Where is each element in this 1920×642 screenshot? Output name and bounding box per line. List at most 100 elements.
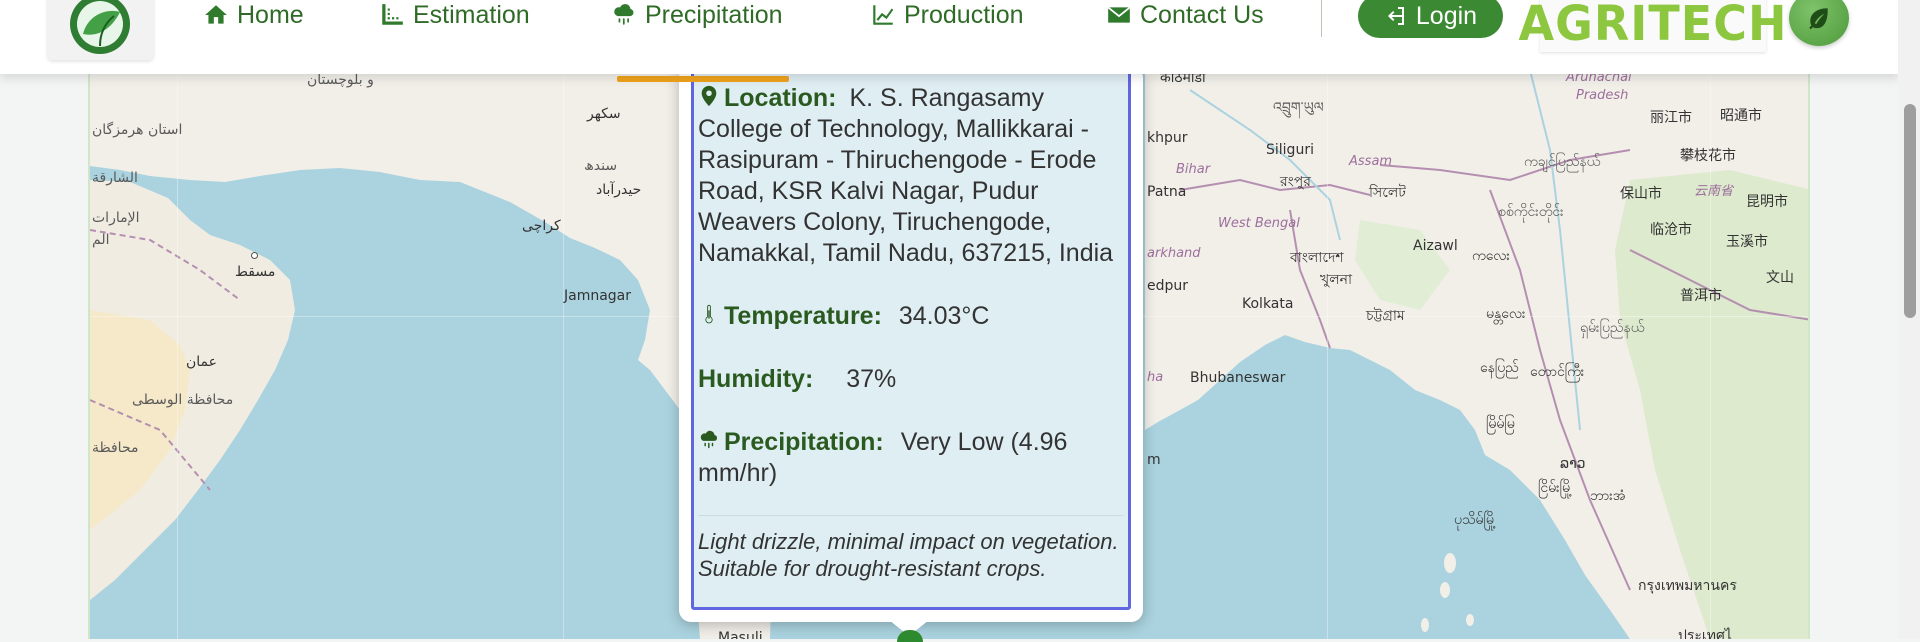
- map-label: Bihar: [1176, 162, 1211, 177]
- selection-highlight-bar: [617, 76, 789, 82]
- precipitation-key: Precipitation:: [724, 428, 884, 456]
- nav-contact-label: Contact Us: [1140, 0, 1264, 29]
- map-label: Jamnagar: [564, 288, 632, 304]
- map-label: حیدرآباد: [596, 182, 642, 198]
- map-label: الإمارات: [92, 210, 140, 226]
- map-label: 昆明市: [1746, 194, 1788, 210]
- map-grid-line: [177, 70, 178, 639]
- map-label: محافظة: [92, 440, 139, 456]
- leaf-icon: [1809, 8, 1828, 30]
- brand-text: AGRITECH: [1518, 0, 1788, 52]
- sign-in-icon: [1387, 7, 1404, 25]
- temperature-block: Temperature: 34.03°C: [698, 301, 1124, 332]
- map-label: Assam: [1349, 154, 1393, 169]
- map-label: 文山: [1766, 270, 1794, 286]
- map-label: မန္တလေး: [1486, 306, 1526, 322]
- map-grid-line: [1327, 70, 1328, 639]
- map-label: Masuli: [718, 630, 763, 639]
- map-label: সিলেট: [1369, 185, 1406, 201]
- map-label: ငြိမ်းမြို့: [1538, 480, 1573, 496]
- nav-estimation-label: Estimation: [413, 0, 530, 29]
- map-label: နေပြည်: [1480, 360, 1519, 376]
- map-label: الشارقة: [92, 170, 138, 186]
- humidity-value: 37%: [846, 365, 897, 393]
- map-label: 丽江市: [1650, 110, 1692, 126]
- nav-divider: [1321, 0, 1322, 37]
- map-label: ကချင်ပြည်နယ်: [1524, 154, 1601, 170]
- map-label: عمان: [186, 354, 217, 370]
- map-label: Patna: [1147, 184, 1187, 200]
- map-label: ລາວ: [1560, 456, 1586, 472]
- temperature-key: Temperature:: [724, 302, 882, 330]
- map-label: سندھ: [584, 158, 618, 174]
- page-scrollbar[interactable]: [1898, 0, 1920, 639]
- theme-toggle-button[interactable]: [1789, 0, 1849, 46]
- map-label: ha: [1147, 370, 1164, 385]
- location-block: Location: K. S. Rangasamy College of Tec…: [698, 83, 1124, 269]
- map-label: Pradesh: [1576, 88, 1629, 103]
- scrollbar-thumb[interactable]: [1904, 104, 1916, 318]
- nav-home-label: Home: [237, 0, 304, 29]
- map-label: و بلوچستان: [307, 72, 374, 88]
- weather-popup: Location: K. S. Rangasamy College of Tec…: [691, 70, 1131, 610]
- map-label: کراچی: [522, 218, 561, 234]
- nav-estimation[interactable]: Estimation: [379, 0, 530, 30]
- map-label: مسقط: [235, 264, 276, 280]
- nav-contact[interactable]: Contact Us: [1106, 0, 1264, 30]
- city-dot: [251, 252, 258, 259]
- precipitation-label: Precipitation:: [698, 428, 891, 456]
- map-label: 临沧市: [1650, 222, 1692, 238]
- map-label: West Bengal: [1218, 216, 1300, 231]
- map-label: edpur: [1147, 278, 1189, 294]
- nav-precipitation[interactable]: Precipitation: [611, 0, 783, 30]
- precipitation-note: Light drizzle, minimal impact on vegetat…: [698, 515, 1124, 582]
- location-label: Location:: [698, 84, 843, 112]
- chart-line-icon: [873, 5, 894, 25]
- map-label: Aizawl: [1413, 238, 1458, 254]
- map-label: খুলনা: [1320, 272, 1353, 288]
- map-label: ประเทศไ: [1678, 628, 1732, 639]
- map-label: တောင်ကြီး: [1530, 364, 1585, 380]
- login-button[interactable]: Login: [1358, 0, 1503, 38]
- humidity-key: Humidity:: [698, 365, 814, 393]
- thermometer-icon: [705, 304, 713, 324]
- ruler-icon: [382, 4, 403, 25]
- map-label: 保山市: [1620, 186, 1662, 202]
- map-label: Kolkata: [1242, 296, 1294, 312]
- site-logo[interactable]: [48, 0, 153, 60]
- login-label: Login: [1415, 1, 1478, 30]
- cloud-rain-icon: [614, 4, 634, 25]
- brand-logo[interactable]: AGRITECH: [1519, 0, 1786, 52]
- map-marker-icon: [701, 85, 717, 107]
- temperature-value: 34.03°C: [898, 302, 990, 330]
- map-label: စစ်ကိုင်းတိုင်း: [1498, 204, 1564, 220]
- map-label: m: [1147, 452, 1161, 468]
- map-label: سکھر: [587, 106, 621, 122]
- map-label: ကလေး: [1472, 248, 1510, 264]
- precipitation-block: Precipitation: Very Low (4.96 mm/hr): [698, 427, 1124, 489]
- map-grid-line: [563, 70, 564, 639]
- navbar: Home Estimation Precipitation Production…: [0, 0, 1900, 74]
- map-label: arkhand: [1147, 246, 1201, 261]
- temperature-label: Temperature:: [698, 302, 889, 330]
- map-label: 普洱市: [1680, 288, 1722, 304]
- map-label: الم: [92, 232, 110, 248]
- cloud-rain-icon: [700, 430, 718, 449]
- map-label: রংপুর: [1280, 174, 1311, 190]
- nav-home[interactable]: Home: [203, 0, 304, 30]
- map-label: বাংলাদেশ: [1290, 250, 1344, 266]
- nav-precipitation-label: Precipitation: [645, 0, 783, 29]
- map-label: استان هرمزگان: [92, 122, 183, 138]
- map-label: 云南省: [1694, 184, 1734, 199]
- humidity-block: Humidity: 37%: [698, 364, 1124, 395]
- home-icon: [205, 5, 227, 24]
- nav-production[interactable]: Production: [870, 0, 1024, 30]
- map-label: 攀枝花市: [1680, 148, 1736, 164]
- map-label: Siliguri: [1266, 142, 1314, 158]
- map-label: Bhubaneswar: [1190, 370, 1286, 386]
- map-label: khpur: [1147, 130, 1188, 146]
- map-label: চট্টগ্রাম: [1366, 308, 1405, 324]
- logo-icon: [70, 0, 130, 54]
- map-label: འབྲུག་ཡུལ: [1273, 100, 1324, 116]
- map-label: မြိမ်မြ: [1486, 416, 1515, 432]
